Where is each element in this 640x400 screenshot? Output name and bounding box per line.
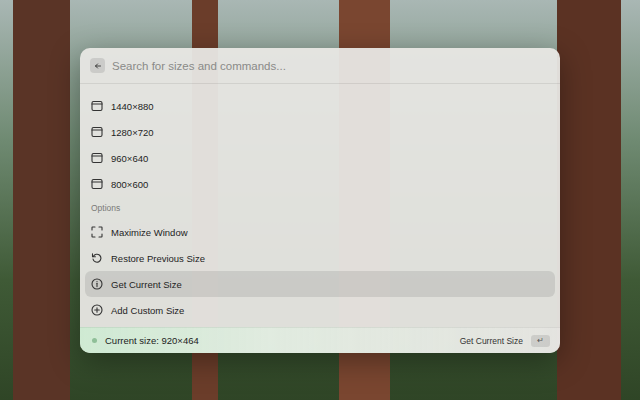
info-icon (91, 278, 103, 290)
results-list: 1440×880 1280×720 960×640 800×600 Options Max… (80, 84, 560, 327)
list-item[interactable]: Get Current Size (85, 271, 555, 297)
window-icon (91, 152, 103, 164)
item-label: Restore Previous Size (111, 253, 205, 264)
item-label: Maximize Window (111, 227, 188, 238)
status-text: Current size: 920×464 (105, 335, 452, 346)
list-item[interactable]: 960×640 (85, 145, 555, 171)
item-label: 800×600 (111, 179, 148, 190)
item-label: 1440×880 (111, 101, 154, 112)
window-icon (91, 100, 103, 112)
list-item[interactable]: Add Custom Size (85, 297, 555, 323)
restore-icon (91, 252, 103, 264)
list-item[interactable]: Maximize Window (85, 219, 555, 245)
enter-key: ↵ (531, 335, 550, 347)
item-label: 960×640 (111, 153, 148, 164)
list-item[interactable]: Restore Previous Size (85, 245, 555, 271)
item-label: Add Custom Size (111, 305, 184, 316)
command-window: 1440×880 1280×720 960×640 800×600 Options Max… (80, 48, 560, 353)
window-icon (91, 178, 103, 190)
list-item[interactable]: 1440×880 (85, 93, 555, 119)
add-icon (91, 304, 103, 316)
item-label: Get Current Size (111, 279, 182, 290)
section-header: Options (85, 197, 555, 219)
list-item[interactable]: 1280×720 (85, 119, 555, 145)
search-bar (80, 48, 560, 84)
item-label: 1280×720 (111, 127, 154, 138)
back-button[interactable] (90, 58, 105, 73)
status-bar: Current size: 920×464 Get Current Size ↵ (80, 327, 560, 353)
window-icon (91, 126, 103, 138)
maximize-icon (91, 226, 103, 238)
back-arrow-icon (93, 61, 103, 71)
status-dot (92, 338, 97, 343)
search-input[interactable] (112, 60, 550, 72)
list-item[interactable]: 800×600 (85, 171, 555, 197)
primary-action[interactable]: Get Current Size (460, 336, 523, 346)
